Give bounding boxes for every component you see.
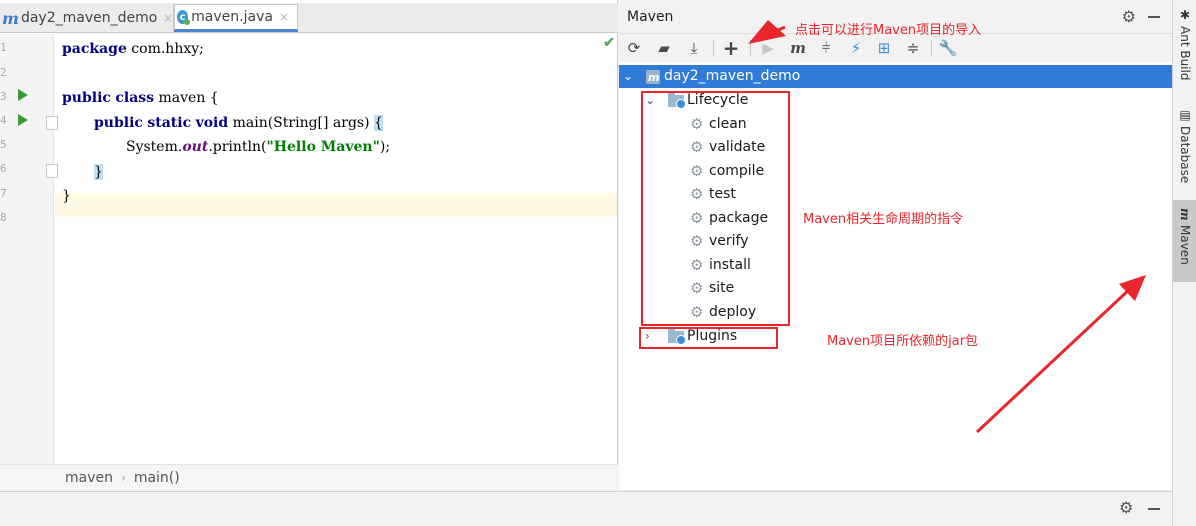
import-annotation: 点击可以进行Maven项目的导入	[795, 23, 982, 38]
execute-goal-icon[interactable]: m	[787, 37, 809, 59]
maven-toolbar: ⟳ ▰ ⤓ + ▶ m ⫩ ⚡ ⊞ ≑ 🔧	[619, 34, 1172, 62]
lifecycle-highlight-box	[641, 91, 790, 326]
code-line-7: }	[62, 188, 71, 204]
show-dependencies-icon[interactable]: ⊞	[873, 37, 895, 59]
tab-label: maven.java	[191, 9, 273, 25]
gear-icon[interactable]: ⚙	[1122, 7, 1136, 26]
minimize-icon[interactable]	[1148, 16, 1160, 18]
plugins-annotation: Maven项目所依赖的jar包	[827, 334, 979, 349]
tree-project-node[interactable]: ⌄ day2_maven_demo	[619, 65, 1172, 89]
run-class-icon[interactable]	[18, 89, 28, 101]
tab-day2-maven-demo[interactable]: m day2_maven_demo ×	[0, 4, 174, 32]
toolbar-separator	[713, 40, 714, 56]
run-main-icon[interactable]	[18, 114, 28, 126]
maven-panel-title: Maven	[627, 9, 674, 25]
code-line-3: public class maven {	[62, 90, 219, 106]
minimize-icon[interactable]	[1148, 508, 1160, 510]
code-line-4: public static void main(String[] args) {	[94, 115, 383, 131]
java-class-icon: c	[177, 10, 191, 25]
run-icon[interactable]: ▶	[757, 37, 779, 59]
breadcrumb-separator: ›	[121, 471, 126, 485]
project-name: day2_maven_demo	[664, 68, 801, 84]
chevron-down-icon[interactable]: ⌄	[623, 65, 633, 88]
download-icon[interactable]: ⤓	[683, 37, 705, 59]
strip-database[interactable]: ▤ Database	[1173, 108, 1196, 188]
reload-icon[interactable]: ⟳	[623, 37, 645, 59]
strip-ant-build[interactable]: ✱ Ant Build	[1173, 6, 1196, 92]
right-tool-strip: ✱ Ant Build ▤ Database m Maven	[1172, 0, 1196, 526]
strip-label: Maven	[1178, 224, 1192, 265]
current-line-highlight	[55, 193, 617, 217]
line-number: 2	[0, 66, 7, 79]
strip-label: Ant Build	[1178, 26, 1192, 81]
line-number: 1	[0, 41, 7, 54]
maven-tool-window: Maven ⚙ ⟳ ▰ ⤓ + ▶ m ⫩ ⚡ ⊞ ≑ 🔧 ⌄ day2_mav…	[619, 0, 1172, 490]
breadcrumb-method[interactable]: main()	[134, 470, 180, 486]
lifecycle-annotation: Maven相关生命周期的指令	[803, 212, 964, 227]
plugins-highlight-box	[639, 327, 778, 349]
add-icon[interactable]: +	[720, 36, 742, 60]
settings-wrench-icon[interactable]: 🔧	[937, 37, 959, 59]
code-line-6: }	[94, 164, 103, 180]
bottom-panel: ⚙	[0, 491, 1172, 526]
strip-label: Database	[1178, 126, 1192, 184]
skip-tests-icon[interactable]: ⚡	[845, 37, 867, 59]
maven-project-icon	[646, 66, 660, 89]
tab-maven-java[interactable]: c maven.java ×	[174, 4, 298, 32]
toolbar-separator	[750, 40, 751, 56]
tab-label: day2_maven_demo	[20, 10, 158, 26]
code-area[interactable]: ✔ package com.hhxy; public class maven {…	[55, 34, 617, 464]
toolbar-separator	[931, 40, 932, 56]
strip-maven[interactable]: m Maven	[1173, 200, 1196, 282]
generate-sources-icon[interactable]: ▰	[653, 37, 675, 59]
editor-gutter: 1 2 3 4 5 6 7 8	[0, 34, 58, 464]
breadcrumb-class[interactable]: maven	[65, 470, 113, 486]
breadcrumb: maven › main()	[0, 464, 618, 490]
database-icon: ▤	[1178, 108, 1192, 122]
maven-logo-icon: m	[2, 8, 19, 28]
ide-window: m day2_maven_demo × c maven.java × 1 2 3…	[0, 0, 1196, 526]
code-line-5: System.out.println("Hello Maven");	[126, 139, 391, 155]
collapse-all-icon[interactable]: ≑	[902, 37, 924, 59]
editor-tab-bar: m day2_maven_demo × c maven.java ×	[0, 3, 618, 33]
line-number: 5	[0, 138, 7, 151]
toggle-offline-icon[interactable]: ⫩	[815, 37, 837, 59]
line-number: 8	[0, 211, 7, 224]
code-line-1: package com.hhxy;	[62, 41, 204, 57]
line-number: 3	[0, 90, 7, 103]
close-icon[interactable]: ×	[279, 10, 289, 24]
maven-icon: m	[1178, 208, 1192, 221]
line-number: 4	[0, 114, 7, 127]
gear-icon[interactable]: ⚙	[1119, 498, 1133, 517]
line-number: 7	[0, 187, 7, 200]
ant-icon: ✱	[1178, 8, 1192, 22]
line-number: 6	[0, 162, 7, 175]
check-icon: ✔	[603, 35, 615, 51]
close-icon[interactable]: ×	[163, 11, 173, 25]
editor-pane: m day2_maven_demo × c maven.java × 1 2 3…	[0, 0, 618, 490]
